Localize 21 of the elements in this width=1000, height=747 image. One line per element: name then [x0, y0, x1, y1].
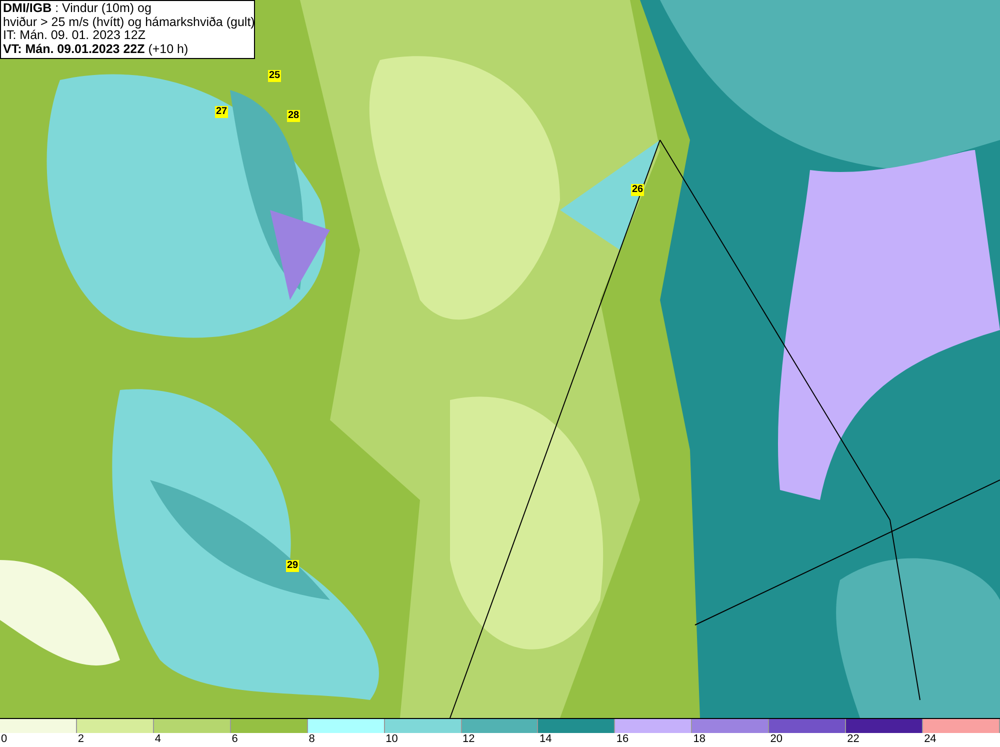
legend-tick-label: 18 [692, 733, 706, 746]
legend-tick-label: 6 [230, 733, 238, 746]
legend-tick-label: 4 [154, 733, 161, 746]
legend-tick-label: 2 [76, 733, 84, 746]
gust-label: 25 [268, 70, 282, 82]
legend-tick-label: 14 [538, 733, 552, 746]
legend-tick-label: 10 [384, 733, 398, 746]
gust-label: 26 [631, 184, 644, 196]
legend-tick-label: 12 [462, 733, 475, 746]
title-line: IT: Mán. 09. 01. 2023 12Z [3, 29, 146, 42]
gust-label: 29 [286, 560, 300, 572]
legend-tick-label: 20 [769, 733, 782, 746]
legend-tick-label: 0 [0, 733, 8, 746]
legend-tick-label: 24 [923, 733, 936, 746]
gust-label: 27 [215, 106, 228, 118]
title-line: VT: Mán. 09.01.2023 22Z (+10 h) [3, 42, 190, 56]
legend-tick-label: 16 [615, 733, 629, 746]
title-line: DMI/IGB : Vindur (10m) og [3, 2, 152, 16]
gust-label: 28 [287, 110, 300, 122]
legend-tick-label: 22 [846, 733, 860, 746]
legend-tick-label: 8 [308, 733, 315, 746]
